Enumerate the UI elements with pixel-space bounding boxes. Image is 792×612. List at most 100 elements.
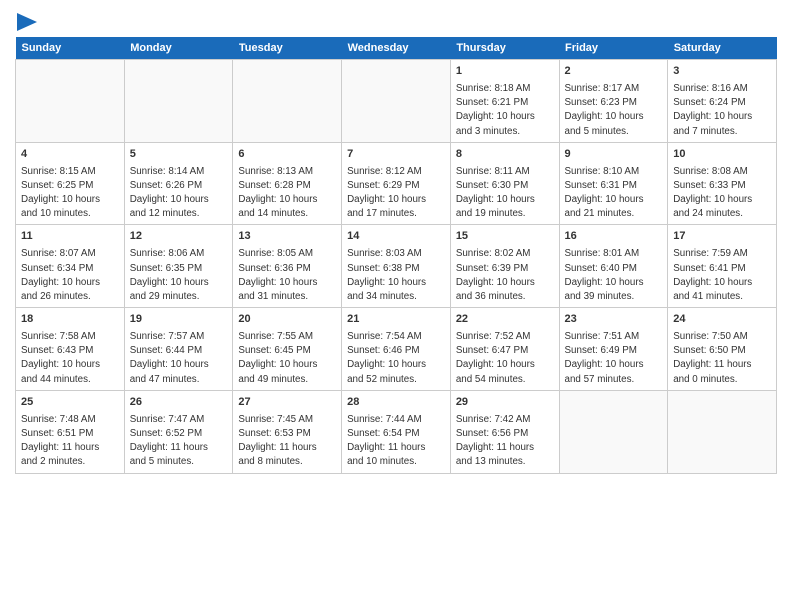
logo-name [15,15,37,31]
day-number: 6 [238,147,336,162]
day-info: Sunrise: 8:10 AM Sunset: 6:31 PM Dayligh… [565,166,644,220]
calendar-cell [342,60,451,143]
calendar-cell: 29 Sunrise: 7:42 AM Sunset: 6:56 PM Dayli… [450,390,559,473]
day-info: Sunrise: 8:06 AM Sunset: 6:35 PM Dayligh… [130,248,209,302]
day-info: Sunrise: 7:48 AM Sunset: 6:51 PM Dayligh… [21,414,99,468]
day-info: Sunrise: 8:02 AM Sunset: 6:39 PM Dayligh… [456,248,535,302]
calendar-cell: 23 Sunrise: 7:51 AM Sunset: 6:49 PM Dayli… [559,308,668,391]
calendar-cell [16,60,125,143]
calendar-cell: 24 Sunrise: 7:50 AM Sunset: 6:50 PM Dayli… [668,308,777,391]
day-info: Sunrise: 7:58 AM Sunset: 6:43 PM Dayligh… [21,331,100,385]
day-info: Sunrise: 7:50 AM Sunset: 6:50 PM Dayligh… [673,331,751,385]
weekday-header-tuesday: Tuesday [233,37,342,60]
calendar-cell: 28 Sunrise: 7:44 AM Sunset: 6:54 PM Dayli… [342,390,451,473]
calendar-cell: 7Sunrise: 8:12 AM Sunset: 6:29 PM Daylig… [342,142,451,225]
calendar-week-row: 4 Sunrise: 8:15 AM Sunset: 6:25 PM Daylig… [16,142,777,225]
day-number: 22 [456,312,554,327]
day-info: Sunrise: 8:14 AM Sunset: 6:26 PM Dayligh… [130,166,209,220]
calendar-cell: 17Sunrise: 7:59 AM Sunset: 6:41 PM Dayli… [668,225,777,308]
calendar-cell: 18 Sunrise: 7:58 AM Sunset: 6:43 PM Dayli… [16,308,125,391]
day-number: 20 [238,312,336,327]
day-info: Sunrise: 8:05 AM Sunset: 6:36 PM Dayligh… [238,248,317,302]
day-number: 24 [673,312,771,327]
day-info: Sunrise: 8:01 AM Sunset: 6:40 PM Dayligh… [565,248,644,302]
calendar-cell: 21 Sunrise: 7:54 AM Sunset: 6:46 PM Dayli… [342,308,451,391]
calendar-cell: 14 Sunrise: 8:03 AM Sunset: 6:38 PM Dayli… [342,225,451,308]
day-number: 11 [21,229,119,244]
day-number: 2 [565,64,663,79]
day-number: 14 [347,229,445,244]
day-info: Sunrise: 8:03 AM Sunset: 6:38 PM Dayligh… [347,248,426,302]
calendar-cell: 22 Sunrise: 7:52 AM Sunset: 6:47 PM Dayli… [450,308,559,391]
weekday-header-sunday: Sunday [16,37,125,60]
day-number: 16 [565,229,663,244]
day-info: Sunrise: 8:11 AM Sunset: 6:30 PM Dayligh… [456,166,535,220]
day-number: 21 [347,312,445,327]
day-info: Sunrise: 7:52 AM Sunset: 6:47 PM Dayligh… [456,331,535,385]
page-container: SundayMondayTuesdayWednesdayThursdayFrid… [0,0,792,484]
calendar-cell: 27 Sunrise: 7:45 AM Sunset: 6:53 PM Dayli… [233,390,342,473]
calendar-cell: 19 Sunrise: 7:57 AM Sunset: 6:44 PM Dayli… [124,308,233,391]
day-number: 13 [238,229,336,244]
calendar-cell: 8 Sunrise: 8:11 AM Sunset: 6:30 PM Daylig… [450,142,559,225]
day-info: Sunrise: 8:17 AM Sunset: 6:23 PM Dayligh… [565,83,644,137]
day-info: Sunrise: 7:45 AM Sunset: 6:53 PM Dayligh… [238,414,316,468]
calendar-week-row: 18 Sunrise: 7:58 AM Sunset: 6:43 PM Dayli… [16,308,777,391]
day-number: 26 [130,395,228,410]
calendar-table: SundayMondayTuesdayWednesdayThursdayFrid… [15,37,777,474]
calendar-cell: 25 Sunrise: 7:48 AM Sunset: 6:51 PM Dayli… [16,390,125,473]
day-info: Sunrise: 7:51 AM Sunset: 6:49 PM Dayligh… [565,331,644,385]
calendar-cell: 13 Sunrise: 8:05 AM Sunset: 6:36 PM Dayli… [233,225,342,308]
calendar-cell [668,390,777,473]
logo [15,15,37,27]
day-number: 19 [130,312,228,327]
day-number: 1 [456,64,554,79]
calendar-cell: 12 Sunrise: 8:06 AM Sunset: 6:35 PM Dayli… [124,225,233,308]
calendar-cell [233,60,342,143]
day-info: Sunrise: 7:55 AM Sunset: 6:45 PM Dayligh… [238,331,317,385]
day-number: 7 [347,147,445,162]
day-number: 12 [130,229,228,244]
calendar-cell: 20 Sunrise: 7:55 AM Sunset: 6:45 PM Dayli… [233,308,342,391]
day-number: 23 [565,312,663,327]
day-info: Sunrise: 8:07 AM Sunset: 6:34 PM Dayligh… [21,248,100,302]
day-number: 29 [456,395,554,410]
day-number: 5 [130,147,228,162]
weekday-header-row: SundayMondayTuesdayWednesdayThursdayFrid… [16,37,777,60]
weekday-header-monday: Monday [124,37,233,60]
calendar-cell: 6Sunrise: 8:13 AM Sunset: 6:28 PM Daylig… [233,142,342,225]
calendar-week-row: 1 Sunrise: 8:18 AM Sunset: 6:21 PM Daylig… [16,60,777,143]
calendar-cell [559,390,668,473]
calendar-week-row: 11 Sunrise: 8:07 AM Sunset: 6:34 PM Dayli… [16,225,777,308]
weekday-header-wednesday: Wednesday [342,37,451,60]
day-number: 18 [21,312,119,327]
day-info: Sunrise: 7:42 AM Sunset: 6:56 PM Dayligh… [456,414,534,468]
day-info: Sunrise: 8:16 AM Sunset: 6:24 PM Dayligh… [673,83,752,137]
day-info: Sunrise: 7:44 AM Sunset: 6:54 PM Dayligh… [347,414,425,468]
calendar-cell: 15Sunrise: 8:02 AM Sunset: 6:39 PM Dayli… [450,225,559,308]
day-info: Sunrise: 7:54 AM Sunset: 6:46 PM Dayligh… [347,331,426,385]
day-info: Sunrise: 7:57 AM Sunset: 6:44 PM Dayligh… [130,331,209,385]
calendar-cell: 1 Sunrise: 8:18 AM Sunset: 6:21 PM Daylig… [450,60,559,143]
calendar-cell: 9Sunrise: 8:10 AM Sunset: 6:31 PM Daylig… [559,142,668,225]
calendar-cell [124,60,233,143]
day-number: 3 [673,64,771,79]
calendar-cell: 2 Sunrise: 8:17 AM Sunset: 6:23 PM Daylig… [559,60,668,143]
calendar-cell: 3 Sunrise: 8:16 AM Sunset: 6:24 PM Daylig… [668,60,777,143]
day-number: 10 [673,147,771,162]
day-number: 8 [456,147,554,162]
day-number: 27 [238,395,336,410]
day-info: Sunrise: 8:08 AM Sunset: 6:33 PM Dayligh… [673,166,752,220]
day-info: Sunrise: 8:18 AM Sunset: 6:21 PM Dayligh… [456,83,535,137]
calendar-cell: 4 Sunrise: 8:15 AM Sunset: 6:25 PM Daylig… [16,142,125,225]
day-info: Sunrise: 7:47 AM Sunset: 6:52 PM Dayligh… [130,414,208,468]
header [15,15,777,27]
day-number: 28 [347,395,445,410]
calendar-cell: 11 Sunrise: 8:07 AM Sunset: 6:34 PM Dayli… [16,225,125,308]
day-info: Sunrise: 7:59 AM Sunset: 6:41 PM Dayligh… [673,248,752,302]
day-number: 4 [21,147,119,162]
calendar-cell: 10 Sunrise: 8:08 AM Sunset: 6:33 PM Dayli… [668,142,777,225]
day-info: Sunrise: 8:15 AM Sunset: 6:25 PM Dayligh… [21,166,100,220]
weekday-header-saturday: Saturday [668,37,777,60]
day-number: 25 [21,395,119,410]
